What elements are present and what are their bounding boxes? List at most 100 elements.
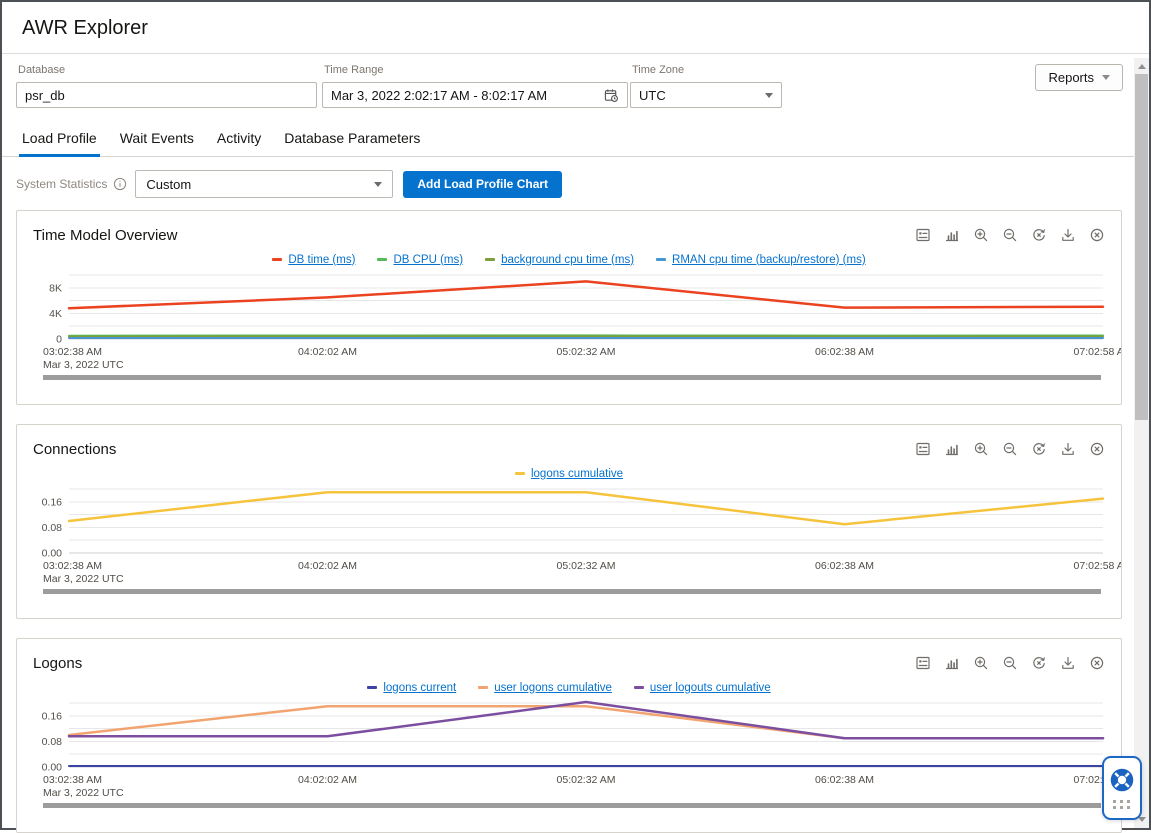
download-icon[interactable] — [1060, 441, 1076, 457]
legend-swatch-icon — [478, 686, 488, 689]
zoom-out-icon[interactable] — [1002, 655, 1018, 671]
legend-label[interactable]: logons cumulative — [531, 468, 623, 480]
chart-x-axis: 03:02:38 AMMar 3, 2022 UTC04:02:02 AM05:… — [33, 345, 1105, 373]
app-title-bar: AWR Explorer — [2, 2, 1149, 54]
legend-item: background cpu time (ms) — [485, 254, 634, 266]
add-load-profile-chart-button[interactable]: Add Load Profile Chart — [403, 171, 562, 198]
legend-item: RMAN cpu time (backup/restore) (ms) — [656, 254, 866, 266]
x-axis-tick: 03:02:38 AMMar 3, 2022 UTC — [43, 774, 124, 800]
tab-load-profile[interactable]: Load Profile — [19, 126, 100, 157]
legend-item: logons cumulative — [515, 468, 623, 480]
legend-item: DB time (ms) — [272, 254, 355, 266]
chart-range-scrollbar[interactable] — [43, 589, 1101, 594]
bar-chart-icon[interactable] — [944, 655, 960, 671]
legend-item: user logouts cumulative — [634, 682, 771, 694]
chart-legend: DB time (ms) DB CPU (ms) background cpu ti… — [33, 247, 1105, 269]
legend-swatch-icon — [515, 472, 525, 475]
chart-toolbar — [915, 655, 1105, 671]
scroll-up-arrow-icon[interactable] — [1134, 59, 1149, 74]
legend-label[interactable]: DB time (ms) — [288, 254, 355, 266]
calendar-clock-icon[interactable] — [604, 88, 619, 103]
chart-title: Time Model Overview — [33, 227, 177, 244]
zoom-in-icon[interactable] — [973, 655, 989, 671]
reset-zoom-icon[interactable] — [1031, 227, 1047, 243]
legend-item: DB CPU (ms) — [377, 254, 463, 266]
legend-swatch-icon — [272, 258, 282, 261]
legend-swatch-icon — [367, 686, 377, 689]
chart-series-line — [69, 492, 1103, 524]
legend-swatch-icon — [485, 258, 495, 261]
legend-label[interactable]: user logons cumulative — [494, 682, 612, 694]
life-ring-icon[interactable] — [1109, 767, 1135, 793]
time-zone-select[interactable]: UTC — [630, 82, 782, 108]
x-axis-tick: 05:02:32 AM — [557, 774, 616, 787]
reports-button[interactable]: Reports — [1035, 64, 1123, 91]
data-table-icon[interactable] — [915, 441, 931, 457]
chart-x-axis: 03:02:38 AMMar 3, 2022 UTC04:02:02 AM05:… — [33, 559, 1105, 587]
chart-title: Connections — [33, 441, 116, 458]
x-axis-tick: 03:02:38 AMMar 3, 2022 UTC — [43, 346, 124, 372]
scrollbar-thumb[interactable] — [1135, 74, 1148, 420]
tab-wait-events[interactable]: Wait Events — [117, 126, 197, 157]
remove-chart-icon[interactable] — [1089, 227, 1105, 243]
tab-bar: Load Profile Wait Events Activity Databa… — [2, 126, 1136, 157]
tab-activity[interactable]: Activity — [214, 126, 264, 157]
svg-text:0.08: 0.08 — [42, 736, 63, 748]
svg-text:8K: 8K — [49, 282, 62, 294]
tab-database-parameters[interactable]: Database Parameters — [281, 126, 423, 157]
svg-text:0.16: 0.16 — [42, 496, 63, 508]
chart-x-axis: 03:02:38 AMMar 3, 2022 UTC04:02:02 AM05:… — [33, 773, 1105, 801]
info-icon[interactable] — [113, 177, 127, 191]
download-icon[interactable] — [1060, 655, 1076, 671]
system-statistics-select[interactable]: Custom — [135, 170, 393, 198]
chart-title: Logons — [33, 655, 82, 672]
zoom-out-icon[interactable] — [1002, 227, 1018, 243]
data-table-icon[interactable] — [915, 655, 931, 671]
legend-label[interactable]: user logouts cumulative — [650, 682, 771, 694]
help-widget[interactable] — [1102, 756, 1142, 820]
bar-chart-icon[interactable] — [944, 227, 960, 243]
bar-chart-icon[interactable] — [944, 441, 960, 457]
x-axis-tick: 05:02:32 AM — [557, 346, 616, 359]
x-axis-tick: 07:02:58 AM — [1074, 560, 1122, 573]
legend-label[interactable]: RMAN cpu time (backup/restore) (ms) — [672, 254, 866, 266]
chart-series-line — [69, 281, 1103, 308]
chart-plot-area: 0.00 0.08 0.16 — [33, 697, 1105, 773]
legend-item: user logons cumulative — [478, 682, 612, 694]
drag-handle-dots-icon[interactable] — [1113, 800, 1131, 809]
chevron-down-icon — [765, 93, 773, 98]
reset-zoom-icon[interactable] — [1031, 655, 1047, 671]
vertical-scrollbar[interactable] — [1134, 58, 1149, 828]
zoom-in-icon[interactable] — [973, 227, 989, 243]
database-input[interactable] — [25, 88, 308, 103]
legend-label[interactable]: logons current — [383, 682, 456, 694]
legend-label[interactable]: DB CPU (ms) — [393, 254, 463, 266]
line-chart-svg: 04K8K — [33, 269, 1109, 345]
legend-swatch-icon — [377, 258, 387, 261]
download-icon[interactable] — [1060, 227, 1076, 243]
svg-text:0.16: 0.16 — [42, 710, 63, 722]
data-table-icon[interactable] — [915, 227, 931, 243]
chart-series-line — [69, 706, 1103, 738]
chart-legend: logons current user logons cumulative user… — [33, 675, 1105, 697]
time-range-label: Time Range — [324, 64, 628, 76]
x-axis-tick: 06:02:38 AM — [815, 774, 874, 787]
x-axis-tick: 03:02:38 AMMar 3, 2022 UTC — [43, 560, 124, 586]
remove-chart-icon[interactable] — [1089, 441, 1105, 457]
zoom-in-icon[interactable] — [973, 441, 989, 457]
x-axis-tick: 06:02:38 AM — [815, 346, 874, 359]
x-axis-tick: 05:02:32 AM — [557, 560, 616, 573]
time-range-input[interactable]: Mar 3, 2022 2:02:17 AM - 8:02:17 AM — [322, 82, 628, 108]
system-statistics-value: Custom — [146, 177, 191, 192]
svg-text:0.00: 0.00 — [42, 762, 63, 774]
svg-text:0.08: 0.08 — [42, 522, 63, 534]
system-statistics-label: System Statistics — [16, 177, 107, 191]
legend-label[interactable]: background cpu time (ms) — [501, 254, 634, 266]
legend-swatch-icon — [634, 686, 644, 689]
chart-range-scrollbar[interactable] — [43, 375, 1101, 380]
remove-chart-icon[interactable] — [1089, 655, 1105, 671]
reset-zoom-icon[interactable] — [1031, 441, 1047, 457]
chart-plot-area: 04K8K — [33, 269, 1105, 345]
zoom-out-icon[interactable] — [1002, 441, 1018, 457]
chart-range-scrollbar[interactable] — [43, 803, 1101, 808]
